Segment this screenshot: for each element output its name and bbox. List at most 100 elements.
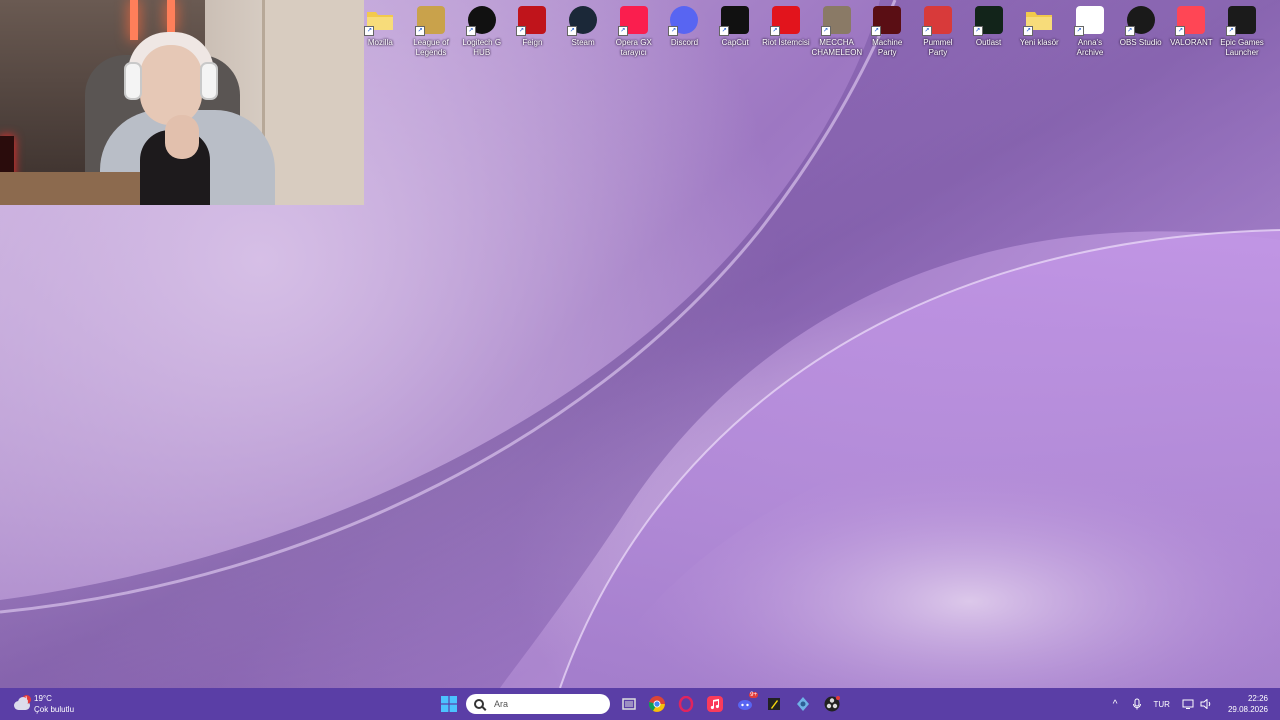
meccha-chameleon-icon: ↗ <box>820 5 852 36</box>
opera-gx-icon <box>678 696 694 712</box>
shortcut-arrow-icon: ↗ <box>972 26 983 36</box>
shortcut-arrow-icon: ↗ <box>1073 26 1084 36</box>
discord-badge: 9+ <box>749 692 758 698</box>
keyboard-language[interactable]: TUR <box>1154 700 1170 709</box>
steam-icon: ↗ <box>567 5 598 36</box>
clock-date: 29.08.2026 <box>1227 705 1268 714</box>
sticky-notes-icon <box>768 698 780 710</box>
desktop-icon-label: Riot İstemcisi <box>762 38 810 47</box>
desktop-icon[interactable]: ↗ Discord <box>659 2 710 64</box>
weather-condition: Çok bulutlu <box>34 705 75 714</box>
desktop-icon[interactable]: ↗ Pummel Party <box>913 2 964 64</box>
epic-games-icon: ↗ <box>1226 5 1257 36</box>
desktop-icon-row: ↗ Mozilla ↗ League of Legends ↗ Logitech G HU… <box>355 2 1267 64</box>
discord-icon <box>738 700 752 710</box>
desktop-icon-label: CapCut <box>721 38 749 47</box>
desktop-icon-label: Machine Party <box>872 38 903 57</box>
desktop-icon-label: MECCHA CHAMELEON <box>811 38 863 57</box>
desktop-icon[interactable]: ↗ Machine Party <box>862 2 913 64</box>
discord-taskbar-button[interactable]: 9+ <box>736 692 758 713</box>
shortcut-arrow-icon: ↗ <box>617 26 628 36</box>
shortcut-arrow-icon: ↗ <box>769 26 780 36</box>
weather-temperature: 19°C <box>34 694 52 703</box>
weather-widget[interactable]: 1 19°C Çok bulutlu <box>12 692 92 716</box>
start-button[interactable] <box>440 695 458 713</box>
desktop-icon-label: Logitech G HUB <box>462 38 502 57</box>
annas-archive-icon: ↗ <box>1073 5 1105 36</box>
search-placeholder: Ara <box>494 699 509 709</box>
logitech-g-hub-icon: ↗ <box>465 5 497 36</box>
shortcut-arrow-icon: ↗ <box>1175 26 1186 36</box>
obs-studio-taskbar-button[interactable] <box>823 695 841 713</box>
desktop-icon[interactable]: ↗ CapCut <box>710 2 761 64</box>
shortcut-arrow-icon: ↗ <box>1226 26 1237 36</box>
shortcut-arrow-icon: ↗ <box>1124 26 1135 36</box>
network-icon[interactable] <box>1182 699 1194 709</box>
windows-logo-icon <box>441 696 457 712</box>
settings-taskbar-button[interactable] <box>794 695 812 713</box>
microphone-icon[interactable] <box>1132 698 1142 710</box>
capcut-icon: ↗ <box>719 5 750 36</box>
obs-studio-icon <box>824 696 840 712</box>
league-of-legends-icon: ↗ <box>415 5 446 36</box>
clock-time: 22:26 <box>1247 694 1268 703</box>
desktop-icon[interactable]: ↗ Logitech G HUB <box>456 2 507 64</box>
desktop-icon-label: Discord <box>670 38 699 47</box>
desktop-icon[interactable]: ↗ Opera GX tarayıcı <box>608 2 659 64</box>
apple-music-taskbar-button[interactable] <box>706 695 724 713</box>
desktop-icon-label: Yeni klasör <box>1019 38 1059 47</box>
desktop-icon[interactable]: ↗ OBS Studio <box>1115 2 1166 64</box>
shortcut-arrow-icon: ↗ <box>820 26 831 36</box>
taskbar-search-box[interactable]: Ara <box>466 694 610 714</box>
chrome-taskbar-button[interactable] <box>648 695 666 713</box>
system-tray: ^ TUR 22:26 29.08.2026 <box>1113 688 1280 720</box>
desktop-icon[interactable]: ↗ Feign <box>507 2 558 64</box>
opera-gx-icon: ↗ <box>617 5 649 36</box>
desktop-icon[interactable]: ↗ Anna's Archive <box>1065 2 1116 64</box>
taskbar-clock[interactable]: 22:26 29.08.2026 <box>1228 693 1268 715</box>
opera-gx-taskbar-button[interactable] <box>677 695 695 713</box>
folder-icon: ↗ <box>1023 5 1054 36</box>
desktop-icon-label: Mozilla <box>367 38 393 47</box>
desktop-icon-label: League of Legends <box>413 38 449 57</box>
feign-icon: ↗ <box>516 5 547 36</box>
desktop-icon[interactable]: ↗ Yeni klasör <box>1014 2 1065 64</box>
desktop-icon-label: Opera GX tarayıcı <box>615 38 652 57</box>
folder-icon: ↗ <box>364 5 395 36</box>
shortcut-arrow-icon: ↗ <box>1023 26 1034 36</box>
desktop-icon[interactable]: ↗ VALORANT <box>1166 2 1217 64</box>
volume-icon[interactable] <box>1200 699 1212 709</box>
task-view-button[interactable] <box>620 695 638 713</box>
settings-app-icon <box>797 697 809 711</box>
desktop-icon[interactable]: ↗ Steam <box>558 2 609 64</box>
sticky-notes-taskbar-button[interactable] <box>765 695 783 713</box>
desktop-icon[interactable]: ↗ Mozilla <box>355 2 406 64</box>
shortcut-arrow-icon: ↗ <box>567 26 578 36</box>
desktop-icon-label: OBS Studio <box>1119 38 1162 47</box>
desktop-icon-label: Steam <box>571 38 595 47</box>
desktop-icon-label: Pummel Party <box>923 38 953 57</box>
webcam-overlay <box>0 0 364 205</box>
desktop-icon-label: Outlast <box>975 38 1002 47</box>
machine-party-icon: ↗ <box>871 5 902 36</box>
desktop-icon[interactable]: ↗ Epic Games Launcher <box>1217 2 1268 64</box>
shortcut-arrow-icon: ↗ <box>516 26 527 36</box>
shortcut-arrow-icon: ↗ <box>668 26 679 36</box>
desktop-icon[interactable]: ↗ Riot İstemcisi <box>761 2 812 64</box>
shortcut-arrow-icon: ↗ <box>415 26 426 36</box>
desktop-icon[interactable]: ↗ MECCHA CHAMELEON <box>811 2 862 64</box>
cloud-icon: 1 <box>12 695 31 711</box>
outlast-icon: ↗ <box>972 5 1004 36</box>
apple-music-icon <box>707 696 723 712</box>
shortcut-arrow-icon: ↗ <box>921 26 932 36</box>
taskbar: 1 19°C Çok bulutlu Ara 9+ ^ TUR 22:26 29… <box>0 688 1280 720</box>
desktop-icon-label: Epic Games Launcher <box>1220 38 1264 57</box>
desktop-icon[interactable]: ↗ Outlast <box>963 2 1014 64</box>
show-hidden-icons-chevron-icon[interactable]: ^ <box>1113 699 1118 710</box>
chrome-icon <box>649 696 665 712</box>
shortcut-arrow-icon: ↗ <box>465 26 476 36</box>
shortcut-arrow-icon: ↗ <box>719 26 730 36</box>
discord-icon: ↗ <box>668 5 699 36</box>
obs-studio-icon: ↗ <box>1124 5 1156 36</box>
desktop-icon[interactable]: ↗ League of Legends <box>406 2 457 64</box>
